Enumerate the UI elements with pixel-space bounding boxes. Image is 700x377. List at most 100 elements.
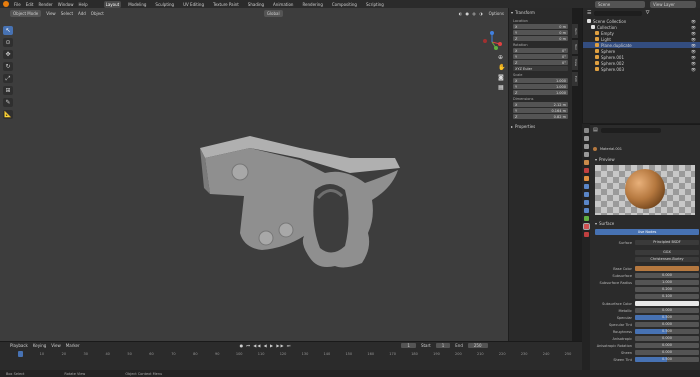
data-tab-icon[interactable]: [583, 216, 589, 221]
texture-tab-icon[interactable]: [583, 232, 589, 237]
tab-modeling[interactable]: Modeling: [126, 1, 148, 8]
move-tool-icon[interactable]: ✥: [3, 50, 13, 59]
material-tab-icon[interactable]: [582, 223, 590, 230]
tab-compositing[interactable]: Compositing: [330, 1, 359, 8]
menu-help[interactable]: Help: [78, 2, 87, 7]
slider-field[interactable]: 0.000: [635, 308, 699, 313]
outliner-item[interactable]: Sphere.001 👁: [583, 54, 700, 60]
scene-selector[interactable]: Scene: [595, 0, 645, 8]
transform-orientation-selector[interactable]: Global: [263, 9, 283, 17]
menu-file[interactable]: File: [14, 2, 21, 7]
menu-marker[interactable]: Marker: [66, 343, 80, 348]
tab-sculpting[interactable]: Sculpting: [153, 1, 176, 8]
render-tab-icon[interactable]: [583, 136, 589, 141]
location-x-field[interactable]: X0 m: [513, 24, 568, 29]
constraints-tab-icon[interactable]: [583, 208, 589, 213]
outliner-search-field[interactable]: [594, 10, 643, 16]
outliner-item[interactable]: Collection 👁: [583, 24, 700, 30]
perspective-toggle-icon[interactable]: ▦: [498, 84, 505, 91]
menu-keying[interactable]: Keying: [33, 343, 46, 348]
properties-search-field[interactable]: [600, 127, 661, 133]
outliner-item[interactable]: Scene Collection 👁: [583, 18, 700, 24]
outliner-item[interactable]: Sphere.003 👁: [583, 66, 700, 72]
pan-hand-icon[interactable]: ✋: [498, 64, 505, 71]
outliner-item[interactable]: Plane.duplicate 👁: [583, 42, 700, 48]
physics-tab-icon[interactable]: [583, 200, 589, 205]
blender-logo-icon[interactable]: [3, 1, 9, 7]
color-swatch[interactable]: [635, 301, 699, 306]
rotation-z-field[interactable]: Z 0°: [513, 60, 568, 65]
tab-scripting[interactable]: Scripting: [364, 1, 386, 8]
mesh-saw-handle[interactable]: [0, 8, 508, 341]
tab-rendering[interactable]: Rendering: [300, 1, 324, 8]
transform-tool-icon[interactable]: ⊞: [3, 86, 13, 95]
slider-field[interactable]: 0.500: [635, 329, 699, 334]
navigation-gizmo-icon[interactable]: [480, 30, 504, 54]
playback-controls[interactable]: ● ⏮ ◀◀ ◀ ▶ ▶▶ ⏭: [240, 343, 292, 348]
outliner-item[interactable]: Sphere 👁: [583, 48, 700, 54]
menu-object[interactable]: Object: [91, 11, 104, 16]
location-y-field[interactable]: Y0 m: [513, 30, 568, 35]
use-nodes-button[interactable]: Use Nodes: [595, 229, 699, 235]
dimensions-x-field[interactable]: X 2.12 m: [513, 102, 568, 107]
slider-field[interactable]: 0.000: [635, 322, 699, 327]
object-tab-icon[interactable]: [583, 176, 589, 181]
end-frame-field[interactable]: 250: [467, 343, 488, 348]
visibility-eye-icon[interactable]: 👁: [691, 43, 696, 48]
modifiers-tab-icon[interactable]: [583, 184, 589, 189]
tab-uv-editing[interactable]: UV Editing: [181, 1, 206, 8]
view-layer-tab-icon[interactable]: [583, 152, 589, 157]
current-frame-field[interactable]: 1: [401, 343, 416, 348]
properties-editor-icon[interactable]: ▤: [593, 127, 598, 133]
properties-panel-header[interactable]: ▸ Properties: [509, 122, 572, 131]
slider-field[interactable]: 0.500: [635, 357, 699, 362]
particles-tab-icon[interactable]: [583, 192, 589, 197]
measure-tool-icon[interactable]: 📐: [3, 110, 13, 119]
slider-field[interactable]: 0.500: [635, 315, 699, 320]
zoom-icon[interactable]: ⊕: [498, 54, 505, 61]
tab-tool[interactable]: Tool: [572, 40, 578, 54]
visibility-eye-icon[interactable]: 👁: [691, 67, 696, 72]
tab-animation[interactable]: Animation: [271, 1, 295, 8]
playhead[interactable]: [18, 351, 23, 357]
3d-viewport[interactable]: ⊕ ✋ ◙ ▦: [0, 8, 508, 341]
outliner-item[interactable]: Sphere.002 👁: [583, 60, 700, 66]
location-z-field[interactable]: Z0 m: [513, 36, 568, 41]
menu-render[interactable]: Render: [38, 2, 52, 7]
distribution-selector[interactable]: GGX: [635, 250, 699, 255]
visibility-eye-icon[interactable]: 👁: [691, 37, 696, 42]
dimensions-y-field[interactable]: Y 0.164 m: [513, 108, 568, 113]
timeline-ruler[interactable]: 0102030405060708090100110120130140150160…: [14, 352, 576, 357]
outliner-editor-icon[interactable]: ☰: [587, 10, 591, 16]
options-menu[interactable]: Options: [489, 11, 504, 16]
scale-x-field[interactable]: X 1.000: [513, 78, 568, 83]
scale-y-field[interactable]: Y 1.000: [513, 84, 568, 89]
visibility-eye-icon[interactable]: 👁: [691, 61, 696, 66]
visibility-eye-icon[interactable]: 👁: [691, 55, 696, 60]
output-tab-icon[interactable]: [583, 144, 589, 149]
visibility-eye-icon[interactable]: 👁: [691, 31, 696, 36]
tool-settings-tab-icon[interactable]: [583, 128, 589, 133]
select-box-tool-icon[interactable]: ↖: [3, 26, 13, 35]
material-name[interactable]: Material.001: [600, 147, 622, 151]
annotate-tool-icon[interactable]: ✎: [3, 98, 13, 107]
slider-field[interactable]: 0.100: [635, 294, 699, 299]
tab-edit[interactable]: Edit: [572, 72, 578, 86]
menu-view[interactable]: View: [46, 11, 56, 16]
visibility-eye-icon[interactable]: 👁: [691, 49, 696, 54]
world-tab-icon[interactable]: [583, 168, 589, 173]
rotation-mode-selector[interactable]: XYZ Euler: [513, 66, 568, 71]
menu-playback[interactable]: Playback: [10, 343, 28, 348]
start-frame-field[interactable]: 1: [435, 343, 451, 348]
tab-layout[interactable]: Layout: [103, 0, 122, 8]
filter-icon[interactable]: ⛛: [645, 10, 649, 16]
slider-field[interactable]: 0.200: [635, 287, 699, 292]
subsurface-method-selector[interactable]: Christensen-Burley: [635, 257, 699, 262]
slider-field[interactable]: 0.000: [635, 350, 699, 355]
slider-field[interactable]: 0.000: [635, 336, 699, 341]
rotation-y-field[interactable]: Y 0°: [513, 54, 568, 59]
outliner-item[interactable]: Light 👁: [583, 36, 700, 42]
tab-texture-paint[interactable]: Texture Paint: [211, 1, 241, 8]
visibility-eye-icon[interactable]: 👁: [691, 19, 696, 24]
scale-tool-icon[interactable]: ⤢: [3, 74, 13, 83]
